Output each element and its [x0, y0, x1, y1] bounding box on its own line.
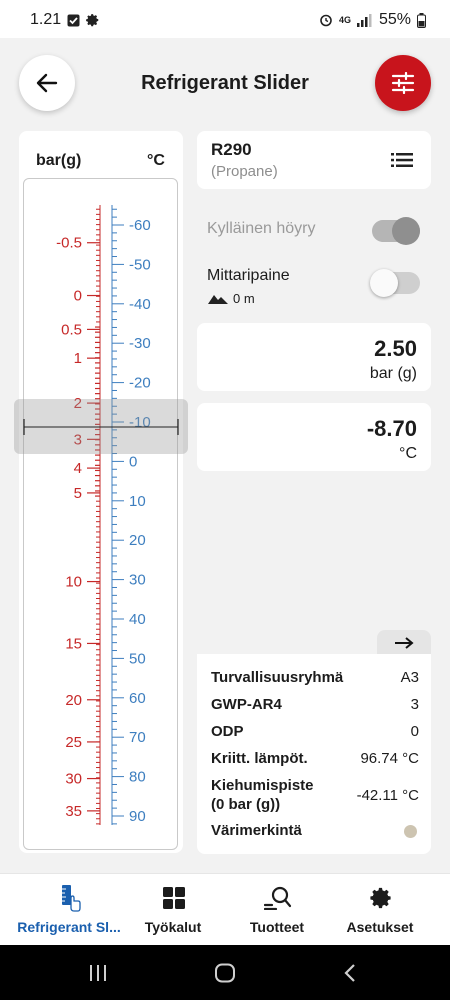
gauge-pressure-label: Mittaripaine [207, 267, 290, 284]
temperature-tick-label: 40 [129, 611, 146, 628]
temperature-tick-label: -40 [129, 296, 151, 313]
temperature-tick-label: 70 [129, 729, 146, 746]
info-key: ODP [211, 723, 244, 740]
temperature-value-card[interactable]: -8.70 °C [197, 403, 431, 471]
info-key: Turvallisuusryhmä [211, 669, 344, 686]
nav-products[interactable]: Tuotteet [221, 874, 333, 946]
pressure-unit: bar (g) [369, 365, 417, 382]
refrigerant-selector[interactable]: R290 (Propane) [197, 131, 431, 189]
ruler-hand-icon [56, 884, 84, 912]
pressure-tick-label: 5 [74, 485, 82, 502]
temperature-tick-label: -50 [129, 256, 151, 273]
pressure-tick-label: 20 [65, 692, 82, 709]
saturated-vapor-toggle[interactable] [372, 217, 420, 245]
pressure-tick-label: 10 [65, 574, 82, 591]
info-expand-button[interactable] [377, 630, 431, 656]
nav-refrigerant-slider[interactable]: Refrigerant Sl... [13, 874, 125, 946]
temperature-tick-label: 90 [129, 808, 146, 825]
color-marking-swatch [404, 825, 417, 838]
recent-apps-icon[interactable] [88, 964, 108, 982]
temperature-tick-label: 10 [129, 493, 146, 510]
system-navigation-bar [0, 945, 450, 1000]
network-type: 4G [338, 15, 351, 25]
bottom-navigation: Refrigerant Sl... Työkalut Tuotteet Aset… [0, 873, 450, 945]
temperature-value: -8.70 [366, 416, 417, 441]
alarm-icon [320, 14, 332, 27]
temperature-tick-label: 80 [129, 769, 146, 786]
pressure-tick-label: 0.5 [61, 321, 82, 338]
signal-icon [356, 13, 372, 27]
temperature-tick-label: -60 [129, 217, 151, 234]
info-value: 0 [410, 723, 419, 740]
grid-icon [160, 884, 188, 912]
info-key: Kiehumispiste (0 bar (g)) [211, 777, 314, 813]
back-nav-icon[interactable] [343, 963, 357, 983]
pressure-tick-label: 25 [65, 734, 82, 751]
temperature-tick-label: 60 [129, 690, 146, 707]
temperature-tick-label: -20 [129, 375, 151, 392]
pressure-value-card[interactable]: 2.50 bar (g) [197, 323, 431, 391]
search-list-icon [264, 884, 292, 912]
gauge-pressure-toggle[interactable] [370, 269, 420, 297]
temperature-tick-label: 20 [129, 532, 146, 549]
battery-percent: 55% [378, 11, 411, 28]
mountain-icon [208, 295, 228, 304]
info-value: -42.11 °C [356, 787, 419, 804]
slider-handle[interactable] [14, 399, 188, 454]
pressure-tick-label: 1 [74, 350, 82, 367]
nav-tools[interactable]: Työkalut [117, 874, 229, 946]
nav-settings[interactable]: Asetukset [324, 874, 436, 946]
altitude-value: 0 m [233, 291, 255, 306]
altitude-indicator: 0 m [208, 291, 255, 306]
arrow-right-icon [395, 637, 414, 649]
temperature-tick-label: -30 [129, 335, 151, 352]
nav-label: Asetukset [346, 919, 414, 935]
pressure-tick-label: 30 [65, 771, 82, 788]
gear-icon [367, 884, 395, 912]
info-value: 3 [410, 696, 419, 713]
temperature-unit: °C [399, 445, 417, 462]
battery-icon [417, 12, 426, 28]
sliders-icon [391, 72, 415, 94]
info-value: A3 [400, 669, 419, 686]
pressure-value: 2.50 [374, 336, 417, 361]
filter-menu-button[interactable] [375, 55, 431, 111]
pressure-tick-label: -0.5 [56, 235, 82, 252]
nav-label: Tuotteet [249, 919, 305, 935]
list-icon[interactable] [391, 152, 413, 168]
info-key: GWP-AR4 [211, 696, 282, 713]
pressure-tick-label: 4 [74, 460, 82, 477]
refrigerant-info-card: Turvallisuusryhmä A3 GWP-AR4 3 ODP 0 Kri… [197, 654, 431, 854]
refrigerant-subtitle: (Propane) [211, 163, 278, 180]
info-key: Kriitt. lämpöt. [211, 750, 308, 767]
temperature-tick-label: 30 [129, 572, 146, 589]
nav-label: Työkalut [144, 919, 202, 935]
info-row: Kiehumispiste (0 bar (g)) -42.11 °C [211, 776, 419, 814]
home-icon[interactable] [214, 963, 236, 983]
temperature-tick-label: 50 [129, 650, 146, 667]
saturated-vapor-label: Kylläinen höyry [207, 220, 316, 237]
pressure-tick-label: 35 [65, 803, 82, 820]
refrigerant-name: R290 [211, 140, 252, 159]
pressure-tick-label: 15 [65, 635, 82, 652]
info-value: 96.74 °C [360, 750, 419, 767]
info-key: Värimerkintä [211, 822, 302, 839]
nav-label: Refrigerant Sl... [17, 919, 121, 935]
temperature-tick-label: 0 [129, 453, 137, 470]
pressure-tick-label: 0 [74, 288, 82, 305]
